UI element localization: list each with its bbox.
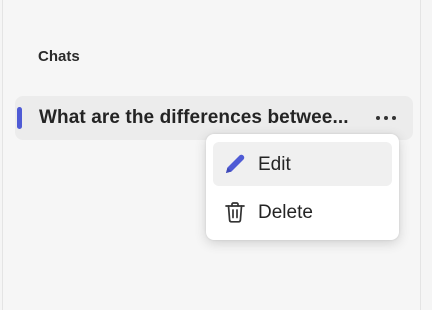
more-dot: [384, 116, 388, 120]
pencil-icon: [226, 154, 245, 173]
selected-indicator: [17, 107, 22, 129]
more-options-button[interactable]: [372, 104, 400, 132]
menu-item-delete[interactable]: Delete: [213, 190, 392, 234]
more-dot: [376, 116, 380, 120]
menu-item-edit[interactable]: Edit: [213, 142, 392, 186]
trash-icon: [225, 202, 245, 223]
delete-label: Delete: [258, 202, 313, 223]
chat-context-menu: Edit Delete: [206, 134, 399, 240]
edit-label: Edit: [258, 154, 291, 175]
more-dot: [392, 116, 396, 120]
chat-title: What are the differences betwee...: [39, 107, 349, 128]
section-title-chats: Chats: [38, 48, 80, 65]
